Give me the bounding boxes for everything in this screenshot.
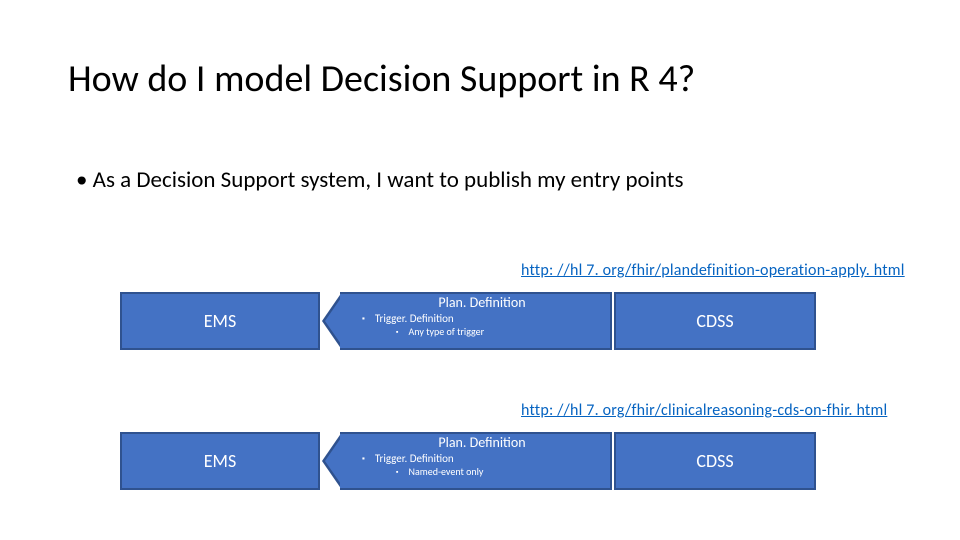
cdss-box: CDSS	[614, 432, 816, 490]
arrow-content: Plan. Definition Trigger. Definition Any…	[356, 294, 608, 338]
slide-title: How do I model Decision Support in R 4?	[68, 56, 695, 102]
slide: How do I model Decision Support in R 4? …	[0, 0, 960, 540]
diagram-row-1: EMS Plan. Definition Trigger. Definition…	[120, 292, 840, 356]
arrow-head-fill	[325, 435, 343, 487]
arrow-line2: Named-event only	[356, 465, 608, 478]
arrow-line1: Trigger. Definition	[356, 312, 608, 325]
ems-box: EMS	[120, 432, 320, 490]
link-plandefinition-apply[interactable]: http: //hl 7. org/fhir/plandefinition-op…	[521, 261, 905, 280]
arrow-line1: Trigger. Definition	[356, 452, 608, 465]
arrow-line2: Any type of trigger	[356, 325, 608, 338]
arrow-title: Plan. Definition	[356, 294, 608, 311]
diagram-row-2: EMS Plan. Definition Trigger. Definition…	[120, 432, 840, 496]
link-cds-on-fhir[interactable]: http: //hl 7. org/fhir/clinicalreasoning…	[521, 401, 887, 420]
arrow-head-fill	[325, 295, 343, 347]
main-bullet: As a Decision Support system, I want to …	[76, 166, 684, 194]
cdss-box: CDSS	[614, 292, 816, 350]
arrow-content: Plan. Definition Trigger. Definition Nam…	[356, 434, 608, 478]
ems-box: EMS	[120, 292, 320, 350]
arrow-title: Plan. Definition	[356, 434, 608, 451]
